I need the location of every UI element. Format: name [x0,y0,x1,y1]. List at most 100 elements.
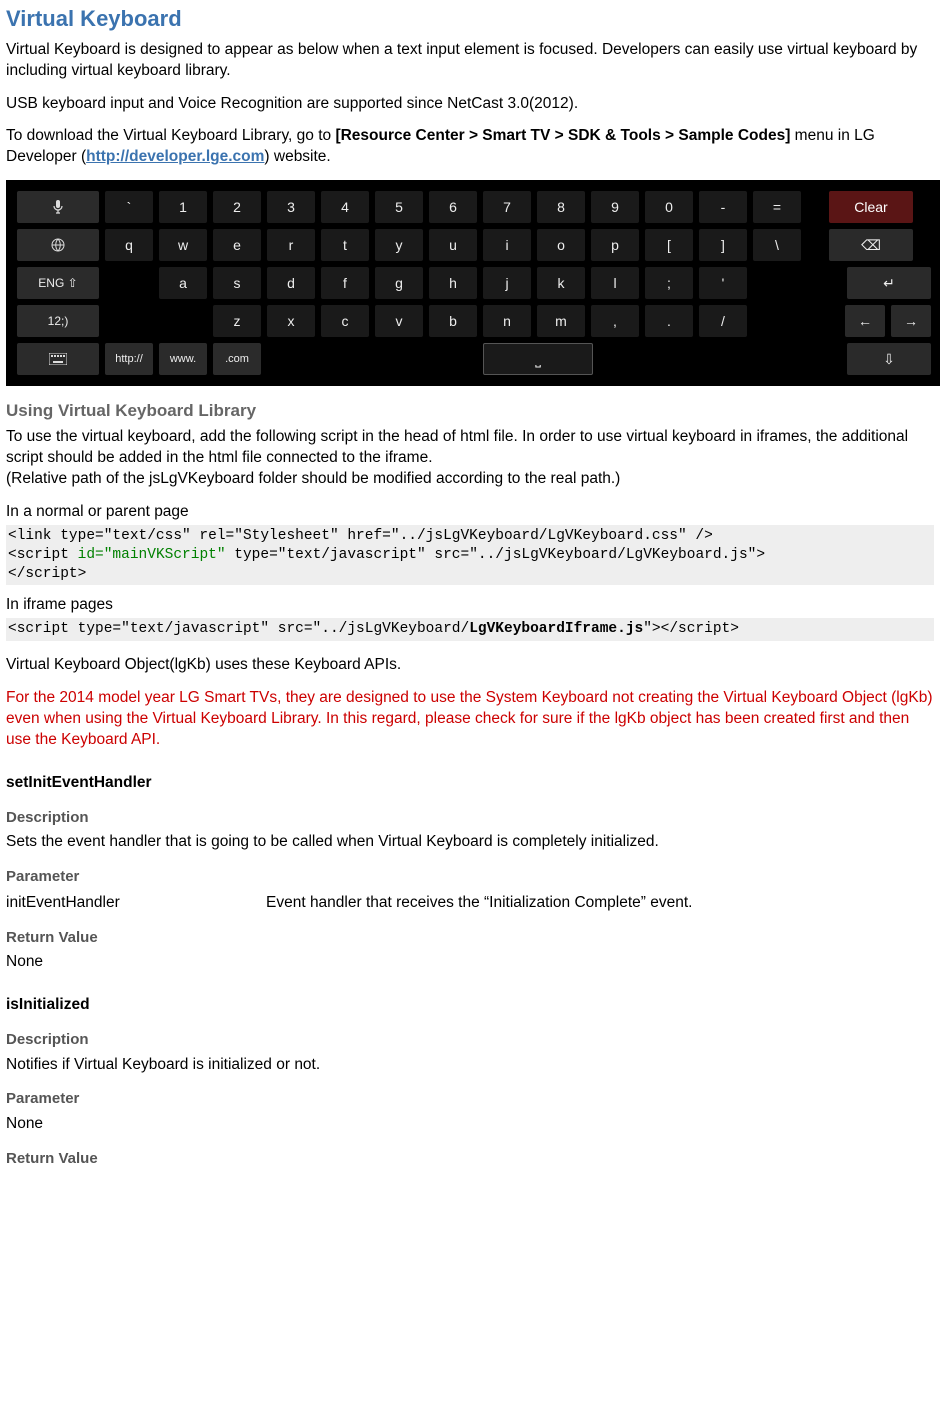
key-6: 6 [429,191,477,223]
key-backspace: ⌫ [829,229,913,261]
key-lang-shift: ENG ⇧ [17,267,99,299]
api-setiniteventhandler-heading: setInitEventHandler [6,773,934,794]
key-q: q [105,229,153,261]
gap [807,191,823,223]
key-quote: ' [699,267,747,299]
isinitialized-param: None [6,1114,934,1135]
code-block-normal-page: <link type="text/css" rel="Stylesheet" h… [6,525,934,586]
key-equals: = [753,191,801,223]
param-row: initEventHandler Event handler that rece… [6,893,934,914]
code2-label: In iframe pages [6,595,934,616]
key-w: w [159,229,207,261]
setinit-description: Sets the event handler that is going to … [6,832,934,853]
intro-3-path: [Resource Center > Smart TV > SDK & Tool… [335,127,790,144]
key-i: i [483,229,531,261]
key-arrow-right: → [891,305,931,337]
return-value-label: Return Value [6,1149,934,1169]
key-y: y [375,229,423,261]
key-7: 7 [483,191,531,223]
page-title: Virtual Keyboard [6,4,934,34]
code-block-iframe: <script type="text/javascript" src="../j… [6,618,934,641]
isinitialized-description: Notifies if Virtual Keyboard is initiali… [6,1055,934,1076]
key-o: o [537,229,585,261]
key-j: j [483,267,531,299]
gap [807,229,823,261]
code1-line2a: <script [8,547,78,563]
keyboard-icon [17,343,99,375]
key-f: f [321,267,369,299]
key-2: 2 [213,191,261,223]
description-label: Description [6,808,934,828]
key-comma: , [591,305,639,337]
key-com: .com [213,343,261,375]
key-bracket-open: [ [645,229,693,261]
parameter-label: Parameter [6,1089,934,1109]
description-label: Description [6,1030,934,1050]
key-http: http:// [105,343,153,375]
intro-paragraph-1: Virtual Keyboard is designed to appear a… [6,40,934,82]
key-g: g [375,267,423,299]
using-p1-line1: To use the virtual keyboard, add the fol… [6,428,908,466]
code1-label: In a normal or parent page [6,502,934,523]
virtual-keyboard-image: ` 1 2 3 4 5 6 7 8 9 0 - = Clear q w e r … [6,180,940,386]
intro-paragraph-2: USB keyboard input and Voice Recognition… [6,94,934,115]
key-a: a [159,267,207,299]
mic-icon [17,191,99,223]
param-name: initEventHandler [6,893,266,914]
using-paragraph: To use the virtual keyboard, add the fol… [6,427,934,490]
using-p1-line2: (Relative path of the jsLgVKeyboard fold… [6,470,620,487]
key-8: 8 [537,191,585,223]
key-u: u [429,229,477,261]
key-hide: ⇩ [847,343,931,375]
key-1: 1 [159,191,207,223]
api-isinitialized-heading: isInitialized [6,995,934,1016]
key-t: t [321,229,369,261]
key-c: c [321,305,369,337]
intro-paragraph-3: To download the Virtual Keyboard Library… [6,126,934,168]
key-symbols: 12;) [17,305,99,337]
using-library-heading: Using Virtual Keyboard Library [6,400,934,423]
key-d: d [267,267,315,299]
key-backslash: \ [753,229,801,261]
key-9: 9 [591,191,639,223]
key-0: 0 [645,191,693,223]
key-m: m [537,305,585,337]
key-5: 5 [375,191,423,223]
code2-a: <script type="text/javascript" src="../j… [8,621,469,637]
code1-line2c: type="text/javascript" src="../jsLgVKeyb… [226,547,766,563]
key-semicolon: ; [645,267,693,299]
setinit-return: None [6,952,934,973]
key-h: h [429,267,477,299]
key-p: p [591,229,639,261]
code1-line2b: id="mainVKScript" [78,547,226,563]
code2-c: "></script> [643,621,739,637]
key-r: r [267,229,315,261]
intro-3-suffix: ) website. [264,148,330,165]
param-desc: Event handler that receives the “Initial… [266,893,692,914]
key-minus: - [699,191,747,223]
key-s: s [213,267,261,299]
return-value-label: Return Value [6,928,934,948]
object-note: Virtual Keyboard Object(lgKb) uses these… [6,655,934,676]
developer-link[interactable]: http://developer.lge.com [86,148,264,165]
key-l: l [591,267,639,299]
key-n: n [483,305,531,337]
key-slash: / [699,305,747,337]
parameter-label: Parameter [6,867,934,887]
key-e: e [213,229,261,261]
intro-3-prefix: To download the Virtual Keyboard Library… [6,127,335,144]
key-4: 4 [321,191,369,223]
key-bracket-close: ] [699,229,747,261]
code2-b: LgVKeyboardIframe.js [469,621,643,637]
code1-line3: </script> [8,566,86,582]
code1-line1: <link type="text/css" rel="Stylesheet" h… [8,528,713,544]
key-period: . [645,305,693,337]
key-x: x [267,305,315,337]
key-www: www. [159,343,207,375]
key-space: ⎵ [483,343,593,375]
key-arrow-left: ← [845,305,885,337]
key-v: v [375,305,423,337]
key-3: 3 [267,191,315,223]
key-enter: ↵ [847,267,931,299]
key-backtick: ` [105,191,153,223]
